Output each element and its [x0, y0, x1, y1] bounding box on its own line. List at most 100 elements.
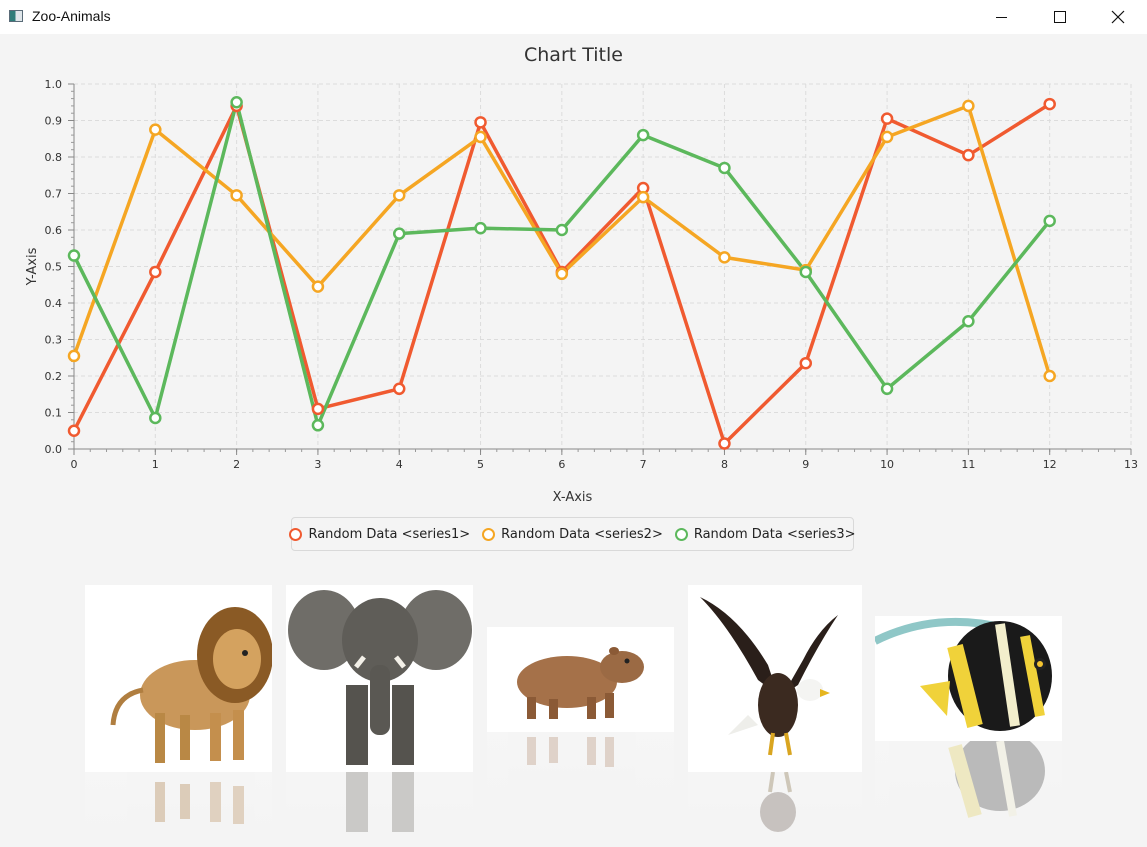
data-point-series1	[392, 382, 406, 396]
close-button[interactable]	[1089, 0, 1147, 34]
legend-label: Random Data <series3>	[693, 526, 856, 542]
data-point-series3	[962, 315, 975, 328]
data-point-series2	[555, 267, 569, 281]
data-point-series3	[1043, 214, 1056, 228]
data-point-series3	[149, 411, 162, 425]
data-point-series1	[67, 424, 81, 437]
x-tick-label: 5	[477, 458, 484, 471]
window-title: Zoo-Animals	[32, 8, 111, 24]
fish-reflection-icon	[948, 741, 1045, 818]
data-point-series1	[718, 437, 731, 450]
elephant-image[interactable]	[286, 585, 473, 772]
data-point-series3	[636, 128, 650, 142]
data-point-series2	[149, 123, 162, 136]
x-tick-label: 13	[1124, 458, 1138, 471]
legend-item-series1: Random Data <series1>	[289, 527, 470, 542]
data-point-series3	[392, 227, 406, 240]
legend-item-series2: Random Data <series2>	[482, 527, 663, 542]
capybara-reflection	[487, 732, 674, 812]
x-tick-label: 7	[640, 458, 647, 471]
data-point-series1	[880, 112, 894, 125]
data-point-series2	[474, 130, 487, 144]
data-point-series1	[962, 148, 975, 162]
y-tick-label: 0.8	[45, 151, 63, 164]
close-icon	[1111, 10, 1125, 24]
y-tick-label: 0.7	[45, 188, 63, 201]
x-tick-label: 3	[314, 458, 321, 471]
fish-image[interactable]	[875, 616, 1062, 741]
data-point-series2	[1043, 369, 1056, 383]
elephant-icon	[288, 590, 472, 765]
minimize-icon	[995, 16, 1007, 18]
y-axis-label: Y-Axis	[25, 247, 40, 286]
elephant-reflection	[286, 772, 473, 847]
data-point-series2	[230, 189, 243, 202]
lion-image[interactable]	[85, 585, 272, 772]
legend-label: Random Data <series2>	[501, 526, 663, 542]
window-titlebar: Zoo-Animals	[0, 0, 1147, 34]
data-point-series2	[962, 99, 975, 113]
data-point-series2	[311, 280, 325, 293]
x-tick-label: 6	[558, 458, 565, 471]
legend-marker-icon	[289, 527, 303, 541]
x-tick-label: 8	[721, 458, 728, 471]
legend-label: Random Data <series1>	[308, 526, 471, 542]
elephant-reflection-icon	[346, 772, 414, 832]
data-point-series3	[799, 265, 813, 279]
data-point-series2	[392, 189, 406, 202]
chart-title: Chart Title	[524, 44, 623, 66]
data-point-series3	[880, 382, 894, 396]
data-point-series2	[880, 130, 894, 144]
y-tick-label: 0.4	[45, 297, 63, 310]
data-point-series2	[636, 190, 650, 204]
y-tick-label: 0.6	[45, 224, 63, 237]
maximize-button[interactable]	[1031, 0, 1089, 34]
capybara-image[interactable]	[487, 627, 674, 732]
app-icon	[9, 10, 23, 22]
data-point-series3	[311, 419, 325, 432]
eagle-icon	[700, 597, 838, 756]
lion-reflection	[85, 772, 272, 847]
x-tick-label: 4	[396, 458, 403, 471]
x-tick-label: 9	[802, 458, 809, 471]
legend-item-series3: Random Data <series3>	[674, 526, 856, 542]
capybara-reflection-icon	[527, 737, 614, 767]
eagle-image[interactable]	[688, 585, 862, 772]
lion-icon	[110, 607, 272, 763]
data-point-series1	[474, 116, 487, 129]
fish-icon	[875, 617, 1052, 731]
x-axis-label: X-Axis	[553, 490, 593, 505]
x-tick-label: 12	[1043, 458, 1057, 471]
data-point-series1	[311, 402, 325, 416]
line-chart: 0 1 2 3 4 5 6 7 8 9 10 11 12 130.00.10.20.30.40.50.60…	[25, 78, 1138, 505]
x-tick-label: 11	[961, 458, 975, 471]
chart-legend: Random Data <series1> Random Data <serie…	[289, 517, 856, 551]
data-point-series1	[149, 265, 162, 279]
y-tick-label: 0.0	[45, 443, 63, 456]
minimize-button[interactable]	[972, 0, 1030, 34]
maximize-icon	[1054, 11, 1066, 23]
y-tick-label: 0.5	[45, 261, 63, 274]
y-tick-label: 1.0	[45, 78, 63, 91]
data-point-series3	[67, 249, 81, 262]
data-point-series2	[718, 251, 731, 264]
data-point-series3	[718, 161, 731, 175]
x-tick-label: 10	[880, 458, 894, 471]
legend-marker-icon	[674, 527, 688, 541]
data-point-series1	[799, 356, 813, 370]
eagle-reflection-icon	[760, 772, 796, 832]
lion-reflection-icon	[155, 782, 244, 824]
legend-marker-icon	[482, 527, 496, 541]
data-point-series3	[474, 221, 487, 235]
y-tick-label: 0.1	[45, 407, 63, 420]
capybara-icon	[517, 647, 644, 719]
x-tick-label: 0	[71, 458, 78, 471]
eagle-reflection	[688, 772, 862, 847]
y-tick-label: 0.3	[45, 334, 63, 347]
x-tick-label: 1	[152, 458, 159, 471]
y-tick-label: 0.2	[45, 370, 63, 383]
fish-reflection	[875, 741, 1062, 836]
data-point-series3	[230, 96, 243, 109]
x-tick-label: 2	[233, 458, 240, 471]
data-point-series2	[67, 349, 81, 363]
